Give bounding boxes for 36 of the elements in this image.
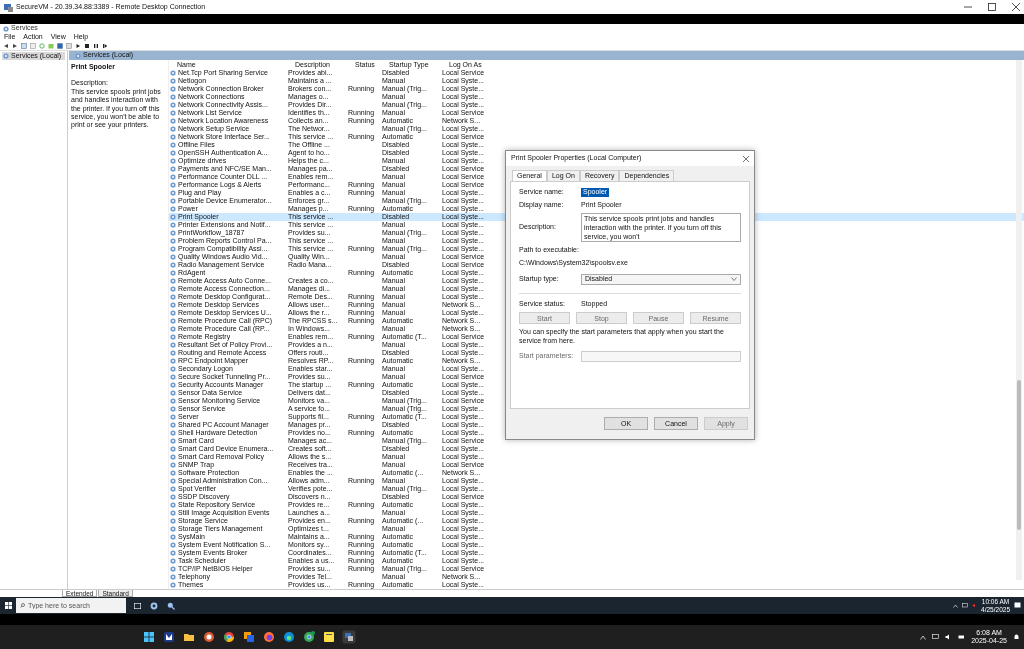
help-icon[interactable] — [57, 43, 63, 49]
task-view-icon[interactable] — [134, 602, 141, 609]
pause-icon[interactable] — [93, 43, 99, 49]
search-icon — [20, 603, 25, 608]
browser-icon[interactable] — [282, 630, 296, 644]
forward-icon[interactable] — [12, 43, 18, 49]
browser-icon[interactable] — [302, 630, 316, 644]
app-icon[interactable] — [242, 630, 256, 644]
chevron-up-icon[interactable] — [920, 634, 927, 640]
note-icon[interactable] — [322, 630, 336, 644]
gear-icon[interactable] — [150, 601, 158, 610]
browser-icon[interactable] — [202, 630, 216, 644]
display-icon[interactable] — [932, 634, 940, 640]
gear-icon — [75, 52, 81, 59]
app-icon[interactable] — [162, 630, 176, 644]
maximize-icon[interactable] — [988, 3, 996, 11]
battery-icon[interactable] — [958, 634, 966, 640]
close-icon[interactable] — [1012, 3, 1020, 11]
gear-icon — [3, 53, 9, 60]
notification-icon[interactable] — [1014, 602, 1021, 609]
chevron-up-icon[interactable] — [953, 603, 959, 608]
browser-icon[interactable] — [262, 630, 276, 644]
remote-desktop-icon[interactable] — [342, 630, 356, 644]
windows-logo-icon[interactable] — [142, 630, 156, 644]
stop-icon[interactable] — [84, 43, 90, 49]
windows-logo-icon[interactable] — [4, 602, 12, 609]
network-icon[interactable] — [962, 603, 969, 608]
play-icon[interactable] — [75, 43, 81, 49]
browser-icon[interactable] — [222, 630, 236, 644]
back-icon[interactable] — [3, 43, 9, 49]
notification-bell-icon[interactable] — [1013, 633, 1020, 641]
scrollbar-thumb[interactable] — [1017, 380, 1021, 530]
restart-icon[interactable] — [102, 43, 108, 49]
app-icon — [4, 2, 13, 12]
chevron-down-icon — [731, 277, 737, 282]
magnifier-icon[interactable] — [167, 601, 175, 610]
